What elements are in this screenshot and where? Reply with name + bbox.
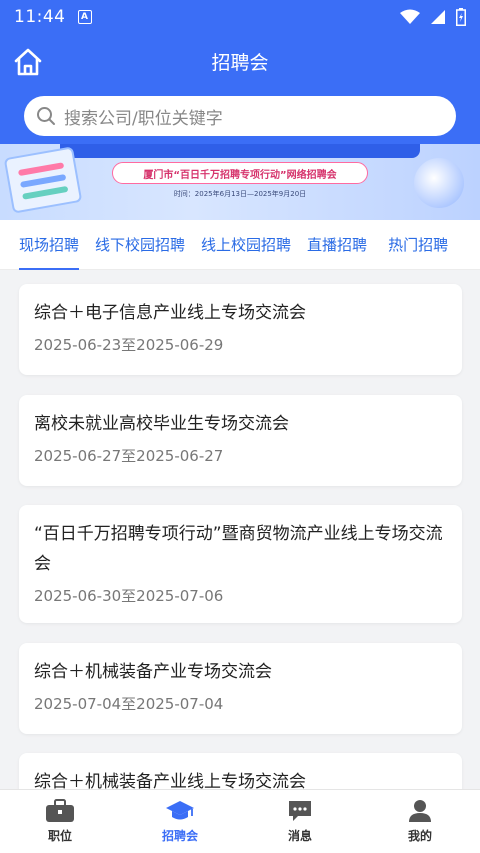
fair-title: 综合＋电子信息产业线上专场交流会 (34, 303, 306, 323)
list-item[interactable]: 综合＋机械装备产业线上专场交流会 (19, 753, 462, 789)
nav-messages[interactable]: 消息 (240, 790, 360, 853)
search-placeholder: 搜索公司/职位关键字 (64, 108, 223, 129)
nav-job-fair[interactable]: 招聘会 (120, 790, 240, 853)
fair-title: 综合＋机械装备产业线上专场交流会 (34, 772, 306, 789)
status-icons (400, 8, 466, 26)
search-input[interactable]: 搜索公司/职位关键字 (24, 96, 456, 136)
tab-livestream[interactable]: 直播招聘 (307, 220, 367, 270)
signal-icon (431, 10, 445, 24)
message-icon (289, 801, 311, 821)
nav-profile[interactable]: 我的 (360, 790, 480, 853)
category-tabs: 现场招聘 线下校园招聘 线上校园招聘 直播招聘 热门招聘 (0, 220, 480, 270)
nav-label: 我的 (407, 829, 432, 843)
promo-banner[interactable]: 厦门市“百日千万招聘专项行动”网络招聘会 时间：2025年6月13日—2025年… (0, 144, 480, 220)
nav-label: 消息 (287, 829, 312, 843)
fair-title: “百日千万招聘专项行动”暨商贸物流产业线上专场交流会 (34, 524, 443, 574)
fair-title: 综合＋机械装备产业专场交流会 (34, 662, 272, 682)
nav-jobs[interactable]: 职位 (0, 790, 120, 853)
banner-date: 时间：2025年6月13日—2025年9月20日 (173, 190, 307, 198)
list-item[interactable]: 离校未就业高校毕业生专场交流会 2025-06-27至2025-06-27 (19, 395, 462, 486)
banner-illustration (3, 146, 83, 214)
list-item[interactable]: 综合＋机械装备产业专场交流会 2025-07-04至2025-07-04 (19, 643, 462, 734)
status-time: 11:44 (14, 7, 66, 27)
fair-date: 2025-07-04至2025-07-04 (34, 695, 224, 713)
tab-offline-campus[interactable]: 线下校园招聘 (95, 220, 185, 270)
banner-decoration (60, 144, 420, 158)
fair-date: 2025-06-27至2025-06-27 (34, 447, 224, 465)
banner-globe-illustration (414, 158, 464, 208)
briefcase-icon (46, 799, 74, 822)
nav-label: 招聘会 (161, 829, 198, 843)
page-title: 招聘会 (211, 52, 269, 74)
battery-icon (456, 8, 466, 26)
fair-date: 2025-06-23至2025-06-29 (34, 336, 224, 354)
fair-title: 离校未就业高校毕业生专场交流会 (34, 414, 289, 434)
user-icon (409, 800, 431, 822)
fair-list[interactable]: 综合＋电子信息产业线上专场交流会 2025-06-23至2025-06-29 离… (0, 271, 480, 789)
search-icon (37, 107, 55, 125)
graduation-cap-icon (166, 801, 194, 820)
bottom-nav: 职位 招聘会 消息 我的 (0, 789, 480, 853)
status-bar: 11:44 A (0, 0, 480, 34)
banner-title: 厦门市“百日千万招聘专项行动”网络招聘会 (112, 162, 368, 184)
nav-label: 职位 (47, 829, 72, 843)
fair-date: 2025-06-30至2025-07-06 (34, 587, 224, 605)
tab-online-campus[interactable]: 线上校园招聘 (201, 220, 291, 270)
tab-popular[interactable]: 热门招聘 (388, 220, 448, 270)
list-item[interactable]: “百日千万招聘专项行动”暨商贸物流产业线上专场交流会 2025-06-30至20… (19, 505, 462, 623)
header: 招聘会 搜索公司/职位关键字 (0, 34, 480, 144)
tab-onsite[interactable]: 现场招聘 (19, 220, 80, 270)
wifi-icon (400, 9, 420, 24)
list-item[interactable]: 综合＋电子信息产业线上专场交流会 2025-06-23至2025-06-29 (19, 284, 462, 375)
notification-badge-icon: A (77, 10, 92, 24)
